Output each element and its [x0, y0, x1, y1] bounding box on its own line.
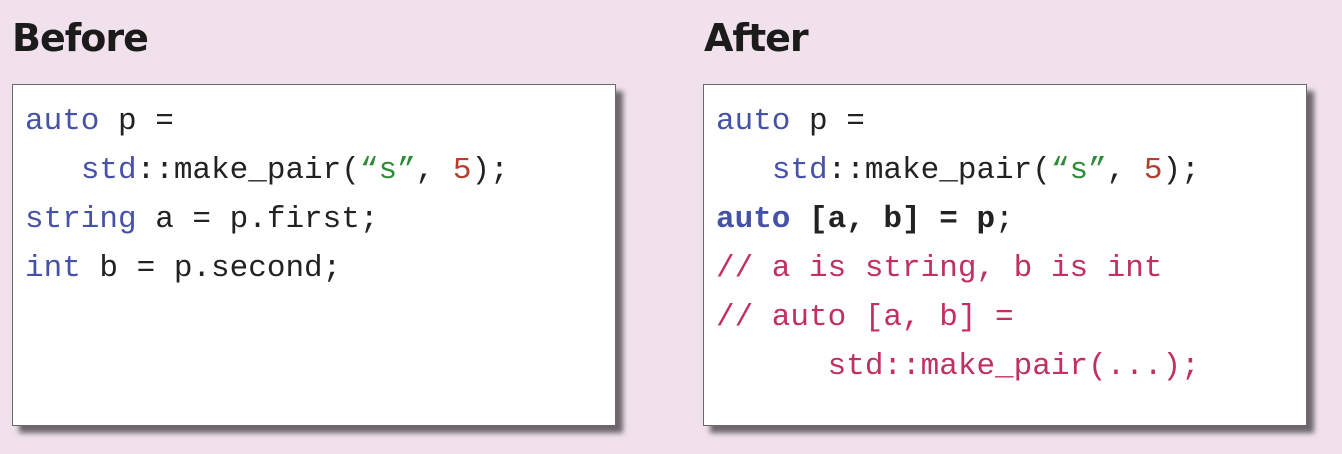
after-code-line: // auto [a, b] =	[716, 293, 1200, 342]
code-token: int	[25, 251, 81, 286]
code-token: );	[1162, 153, 1200, 188]
after-code-line: // a is string, b is int	[716, 244, 1200, 293]
code-token: std	[80, 153, 137, 188]
code-token: std	[771, 153, 828, 188]
after-code-line: auto [a, b] = p;	[716, 195, 1200, 244]
code-token: ,	[415, 153, 453, 188]
after-code-panel: auto p = std::make_pair(“s”, 5); auto [a,…	[703, 84, 1307, 426]
code-token: [a, b] = p	[790, 202, 996, 237]
code-token: ::make_pair(	[136, 153, 360, 188]
code-token: a = p.first;	[136, 202, 379, 237]
code-token: p =	[790, 104, 865, 139]
code-token: ::make_pair(	[827, 153, 1051, 188]
before-code-line: auto p =	[25, 97, 509, 146]
after-code-line: std::make_pair(“s”, 5);	[716, 146, 1200, 195]
code-token: “s”	[359, 153, 416, 188]
before-code-line: string a = p.first;	[25, 195, 509, 244]
code-token: p =	[99, 104, 174, 139]
code-token: ;	[995, 202, 1014, 237]
code-token: auto	[716, 202, 791, 237]
code-token: string	[25, 202, 137, 237]
after-code-line: auto p =	[716, 97, 1200, 146]
code-token: );	[471, 153, 509, 188]
code-token: std::make_pair(...);	[827, 349, 1200, 384]
after-title: After	[704, 16, 809, 60]
code-token: b = p.second;	[80, 251, 342, 286]
code-token: “s”	[1050, 153, 1107, 188]
before-code-line: int b = p.second;	[25, 244, 509, 293]
code-token: // a is string, b is int	[716, 251, 1163, 286]
after-code-line: std::make_pair(...);	[716, 342, 1200, 391]
code-token: auto	[25, 104, 100, 139]
after-code-block: auto p = std::make_pair(“s”, 5); auto [a,…	[716, 97, 1200, 391]
code-token: // auto [a, b] =	[716, 300, 1014, 335]
before-code-block: auto p = std::make_pair(“s”, 5); string a…	[25, 97, 509, 293]
code-token: auto	[716, 104, 791, 139]
before-title: Before	[12, 16, 149, 60]
code-token: 5	[1143, 153, 1163, 188]
code-token: ,	[1106, 153, 1144, 188]
code-token: 5	[452, 153, 472, 188]
before-code-panel: auto p = std::make_pair(“s”, 5); string a…	[12, 84, 616, 426]
before-code-line: std::make_pair(“s”, 5);	[25, 146, 509, 195]
